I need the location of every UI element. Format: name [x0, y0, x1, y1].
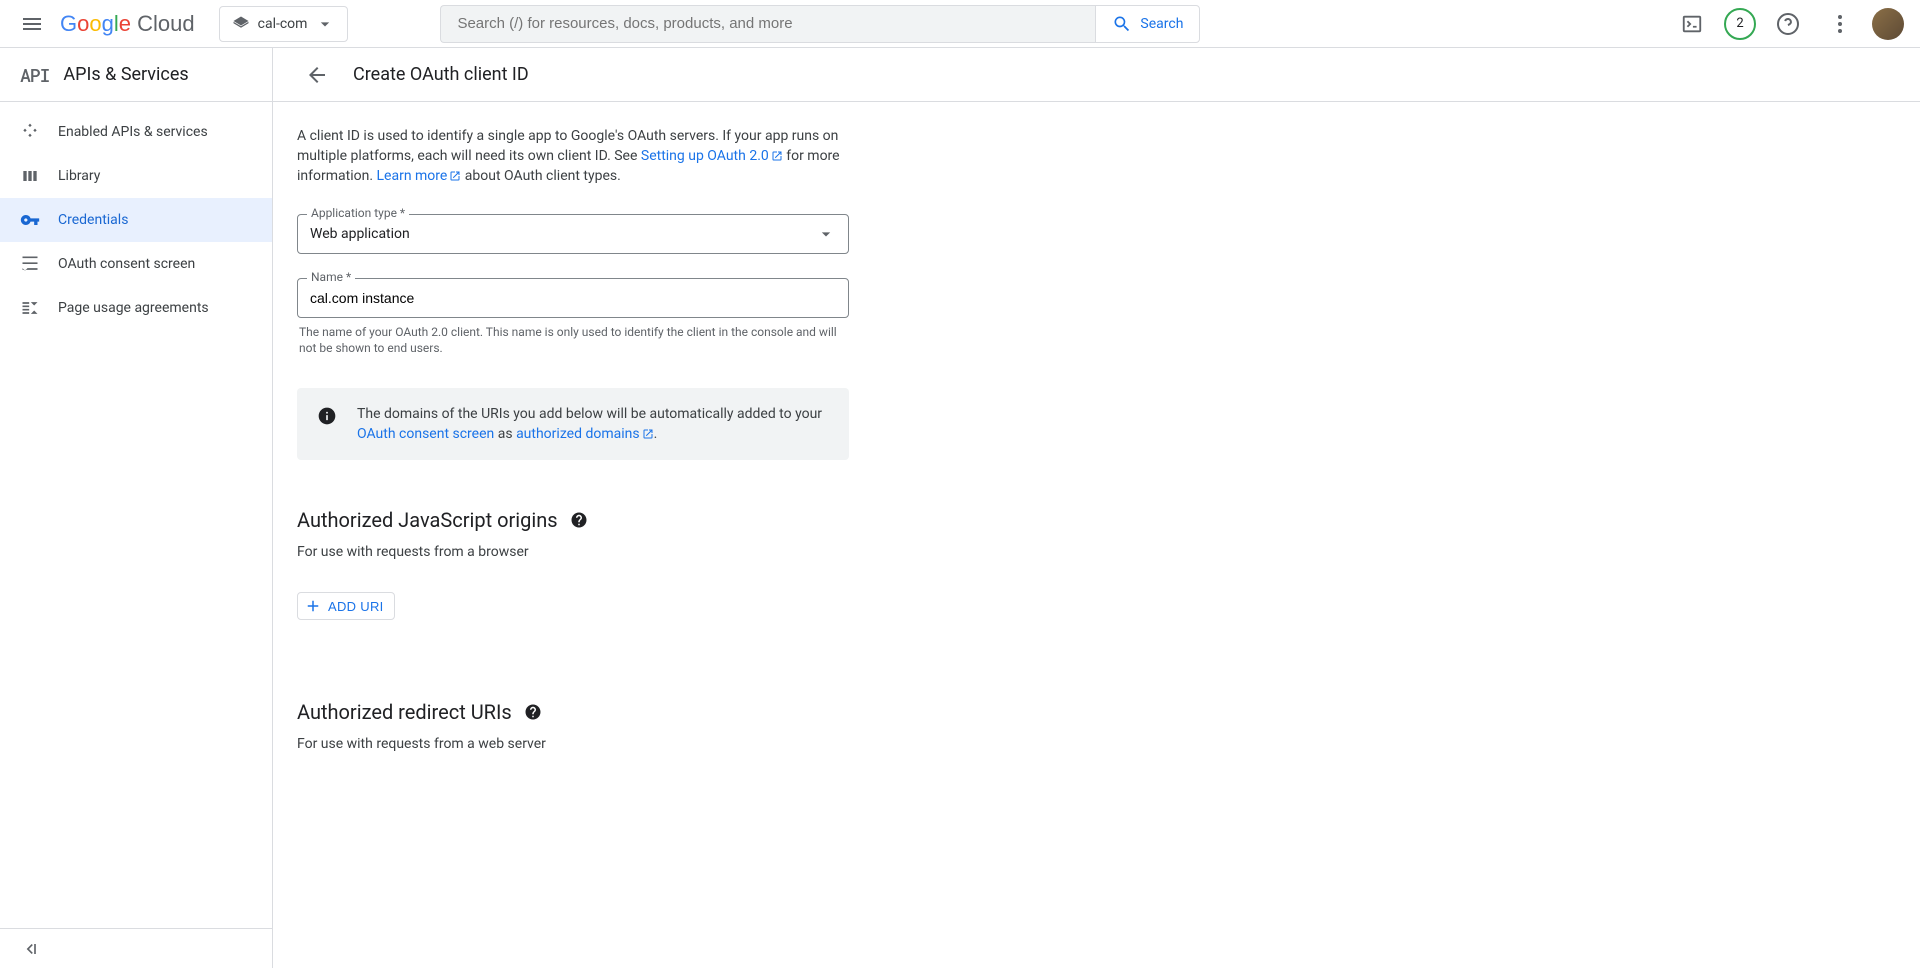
project-name: cal-com [258, 16, 308, 32]
search-button-label: Search [1140, 16, 1183, 32]
app-type-select[interactable]: Web application [297, 214, 849, 254]
nav-label: Credentials [58, 212, 128, 228]
more-vert-icon [1828, 12, 1852, 36]
info-text: The domains of the URIs you add below wi… [357, 404, 829, 444]
project-icon [232, 15, 250, 33]
menu-icon [20, 12, 44, 36]
logo-text: Google Cloud [60, 11, 195, 37]
google-cloud-logo[interactable]: Google Cloud [60, 11, 195, 37]
app-type-value: Web application [310, 226, 410, 242]
add-js-origin-button[interactable]: ADD URI [297, 592, 395, 620]
free-trial-badge[interactable]: 2 [1724, 8, 1756, 40]
name-help-text: The name of your OAuth 2.0 client. This … [297, 324, 849, 356]
help-icon [1776, 12, 1800, 36]
redirect-uris-title: Authorized redirect URIs [297, 700, 512, 724]
sidebar-title: APIs & Services [63, 64, 188, 85]
name-label: Name * [307, 270, 355, 284]
nav-label: Page usage agreements [58, 300, 209, 316]
redirect-uris-desc: For use with requests from a web server [297, 736, 849, 752]
js-origins-desc: For use with requests from a browser [297, 544, 849, 560]
key-icon [20, 210, 40, 230]
terminal-icon [1681, 13, 1703, 35]
search-icon [1112, 14, 1132, 34]
dropdown-icon [816, 224, 836, 244]
intro-text: A client ID is used to identify a single… [297, 126, 849, 186]
external-link-icon [771, 150, 783, 162]
external-link-icon [642, 428, 654, 440]
external-link-icon [449, 170, 461, 182]
plus-icon [304, 597, 322, 615]
authorized-domains-link[interactable]: authorized domains [516, 426, 654, 442]
info-box: The domains of the URIs you add below wi… [297, 388, 849, 460]
sidebar-header[interactable]: API APIs & Services [0, 48, 272, 102]
trial-count: 2 [1736, 16, 1743, 31]
nav-label: OAuth consent screen [58, 256, 195, 272]
search-input[interactable] [457, 15, 1079, 32]
oauth-consent-link[interactable]: OAuth consent screen [357, 426, 494, 442]
consent-icon [20, 254, 40, 274]
help-icon[interactable] [524, 703, 542, 721]
collapse-sidebar-button[interactable] [16, 935, 44, 963]
enabled-apis-icon [20, 122, 40, 142]
project-selector[interactable]: cal-com [219, 6, 349, 42]
nav-enabled-apis[interactable]: Enabled APIs & services [0, 110, 272, 154]
nav-page-usage[interactable]: Page usage agreements [0, 286, 272, 330]
arrow-back-icon [305, 63, 329, 87]
js-origins-title: Authorized JavaScript origins [297, 508, 558, 532]
js-origins-heading: Authorized JavaScript origins [297, 508, 849, 532]
topbar-right: 2 [1672, 4, 1912, 44]
nav-label: Library [58, 168, 100, 184]
topbar: Google Cloud cal-com Search 2 [0, 0, 1920, 48]
content-body: A client ID is used to identify a single… [273, 102, 873, 808]
app-type-label: Application type * [307, 206, 409, 220]
content: Create OAuth client ID A client ID is us… [273, 48, 1920, 968]
help-icon[interactable] [570, 511, 588, 529]
name-field: Name * The name of your OAuth 2.0 client… [297, 278, 849, 356]
library-icon [20, 166, 40, 186]
nav-oauth-consent[interactable]: OAuth consent screen [0, 242, 272, 286]
application-type-field: Application type * Web application [297, 214, 849, 254]
search-button[interactable]: Search [1095, 5, 1200, 43]
user-avatar[interactable] [1872, 8, 1904, 40]
info-icon [317, 406, 337, 426]
setup-oauth-link[interactable]: Setting up OAuth 2.0 [641, 148, 783, 164]
redirect-uris-heading: Authorized redirect URIs [297, 700, 849, 724]
page-title: Create OAuth client ID [353, 64, 529, 85]
back-button[interactable] [297, 55, 337, 95]
main-layout: API APIs & Services Enabled APIs & servi… [0, 48, 1920, 968]
help-button[interactable] [1768, 4, 1808, 44]
chevron-left-icon [20, 939, 40, 959]
more-button[interactable] [1820, 4, 1860, 44]
agreements-icon [20, 298, 40, 318]
dropdown-icon [315, 14, 335, 34]
nav-credentials[interactable]: Credentials [0, 198, 272, 242]
cloud-shell-button[interactable] [1672, 4, 1712, 44]
content-header: Create OAuth client ID [273, 48, 1920, 102]
learn-more-link[interactable]: Learn more [377, 168, 462, 184]
search-box[interactable] [440, 5, 1095, 43]
sidebar-footer [0, 928, 272, 968]
api-badge: API [20, 63, 49, 87]
sidebar: API APIs & Services Enabled APIs & servi… [0, 48, 273, 968]
sidebar-nav: Enabled APIs & services Library Credenti… [0, 102, 272, 928]
nav-label: Enabled APIs & services [58, 124, 208, 140]
add-uri-label: ADD URI [328, 599, 384, 614]
search-container: Search [440, 5, 1200, 43]
hamburger-menu-button[interactable] [8, 0, 56, 48]
nav-library[interactable]: Library [0, 154, 272, 198]
name-input[interactable] [297, 278, 849, 318]
